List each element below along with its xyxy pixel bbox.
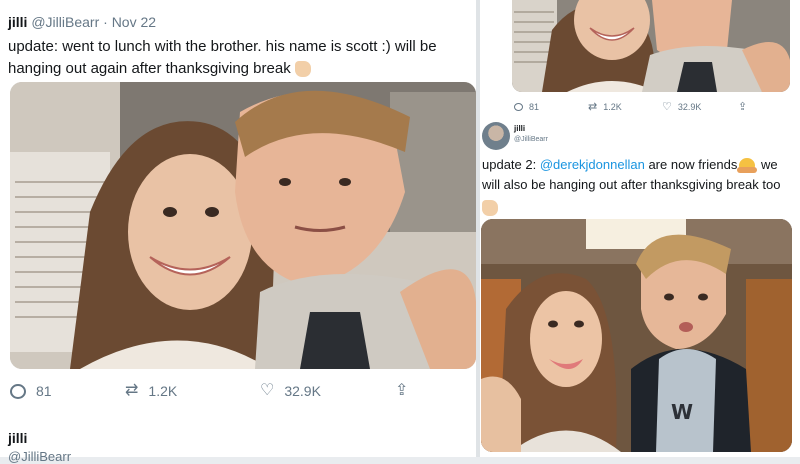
left-tweet-header: jilli @JilliBearr · Nov 22	[8, 14, 156, 30]
like-button[interactable]: ♡ 32.9K	[662, 100, 738, 113]
share-button[interactable]: ⇪	[395, 383, 408, 399]
photo-dorm-selfie-image: W	[481, 219, 792, 452]
share-icon: ⇪	[738, 101, 748, 113]
heart-icon: ♡	[260, 382, 275, 399]
retweet-icon: ⇄	[125, 382, 139, 399]
tweet-date[interactable]: Nov 22	[112, 14, 156, 30]
separator-dot: ·	[103, 14, 108, 30]
author-handle[interactable]: @JilliBearr	[514, 136, 548, 143]
left-tweet-actions: 81 ⇄ 1.2K ♡ 32.9K ⇪	[10, 383, 408, 399]
photo-selfie-image	[10, 82, 476, 369]
reply-count: 81	[529, 101, 540, 112]
author-name[interactable]: jilli	[8, 14, 27, 30]
share-button[interactable]: ⇪	[738, 100, 747, 113]
author-handle[interactable]: @JilliBearr	[31, 14, 99, 30]
previous-tweet-actions: 81 ⇄ 1.2K ♡ 32.9K ⇪	[514, 100, 747, 113]
retweet-count: 1.2K	[148, 383, 178, 399]
previous-tweet-photo[interactable]	[512, 0, 790, 92]
author-name[interactable]: jilli	[514, 124, 525, 133]
heart-icon: ♡	[662, 101, 672, 113]
tweet-text-middle: are now friends	[644, 157, 738, 172]
tweet-text: update 2: @derekjdonnellan are now frien…	[482, 155, 792, 217]
svg-text:W: W	[671, 400, 693, 424]
retweet-count: 1.2K	[603, 101, 622, 112]
reply-button[interactable]: 81	[10, 383, 125, 399]
photo-selfie-crop-image	[512, 0, 790, 92]
retweet-icon: ⇄	[588, 101, 598, 113]
like-button[interactable]: ♡ 32.9K	[260, 382, 395, 400]
tweet-photo[interactable]	[10, 82, 476, 369]
avatar[interactable]	[482, 122, 510, 150]
tweet-body: update: went to lunch with the brother. …	[8, 38, 437, 77]
share-icon: ⇪	[395, 382, 409, 399]
tweet-photo[interactable]: W	[481, 219, 792, 452]
mention-link[interactable]: @derekjdonnellan	[540, 157, 645, 172]
reply-button[interactable]: 81	[514, 102, 588, 112]
tweet-text-prefix: update 2:	[482, 157, 540, 172]
like-count: 32.9K	[284, 383, 321, 399]
comment-icon	[514, 102, 523, 111]
tweet-text: update: went to lunch with the brother. …	[8, 36, 470, 80]
retweet-button[interactable]: ⇄ 1.2K	[588, 100, 662, 113]
retweet-button[interactable]: ⇄ 1.2K	[125, 382, 260, 400]
reply-count: 81	[36, 383, 52, 399]
hand-emoji-icon	[482, 199, 498, 216]
like-count: 32.9K	[677, 101, 702, 112]
next-tweet-author-name[interactable]: jilli	[8, 430, 27, 446]
comment-icon	[10, 383, 26, 399]
hugging-emoji-icon	[737, 158, 758, 174]
hand-emoji-icon	[294, 61, 311, 78]
